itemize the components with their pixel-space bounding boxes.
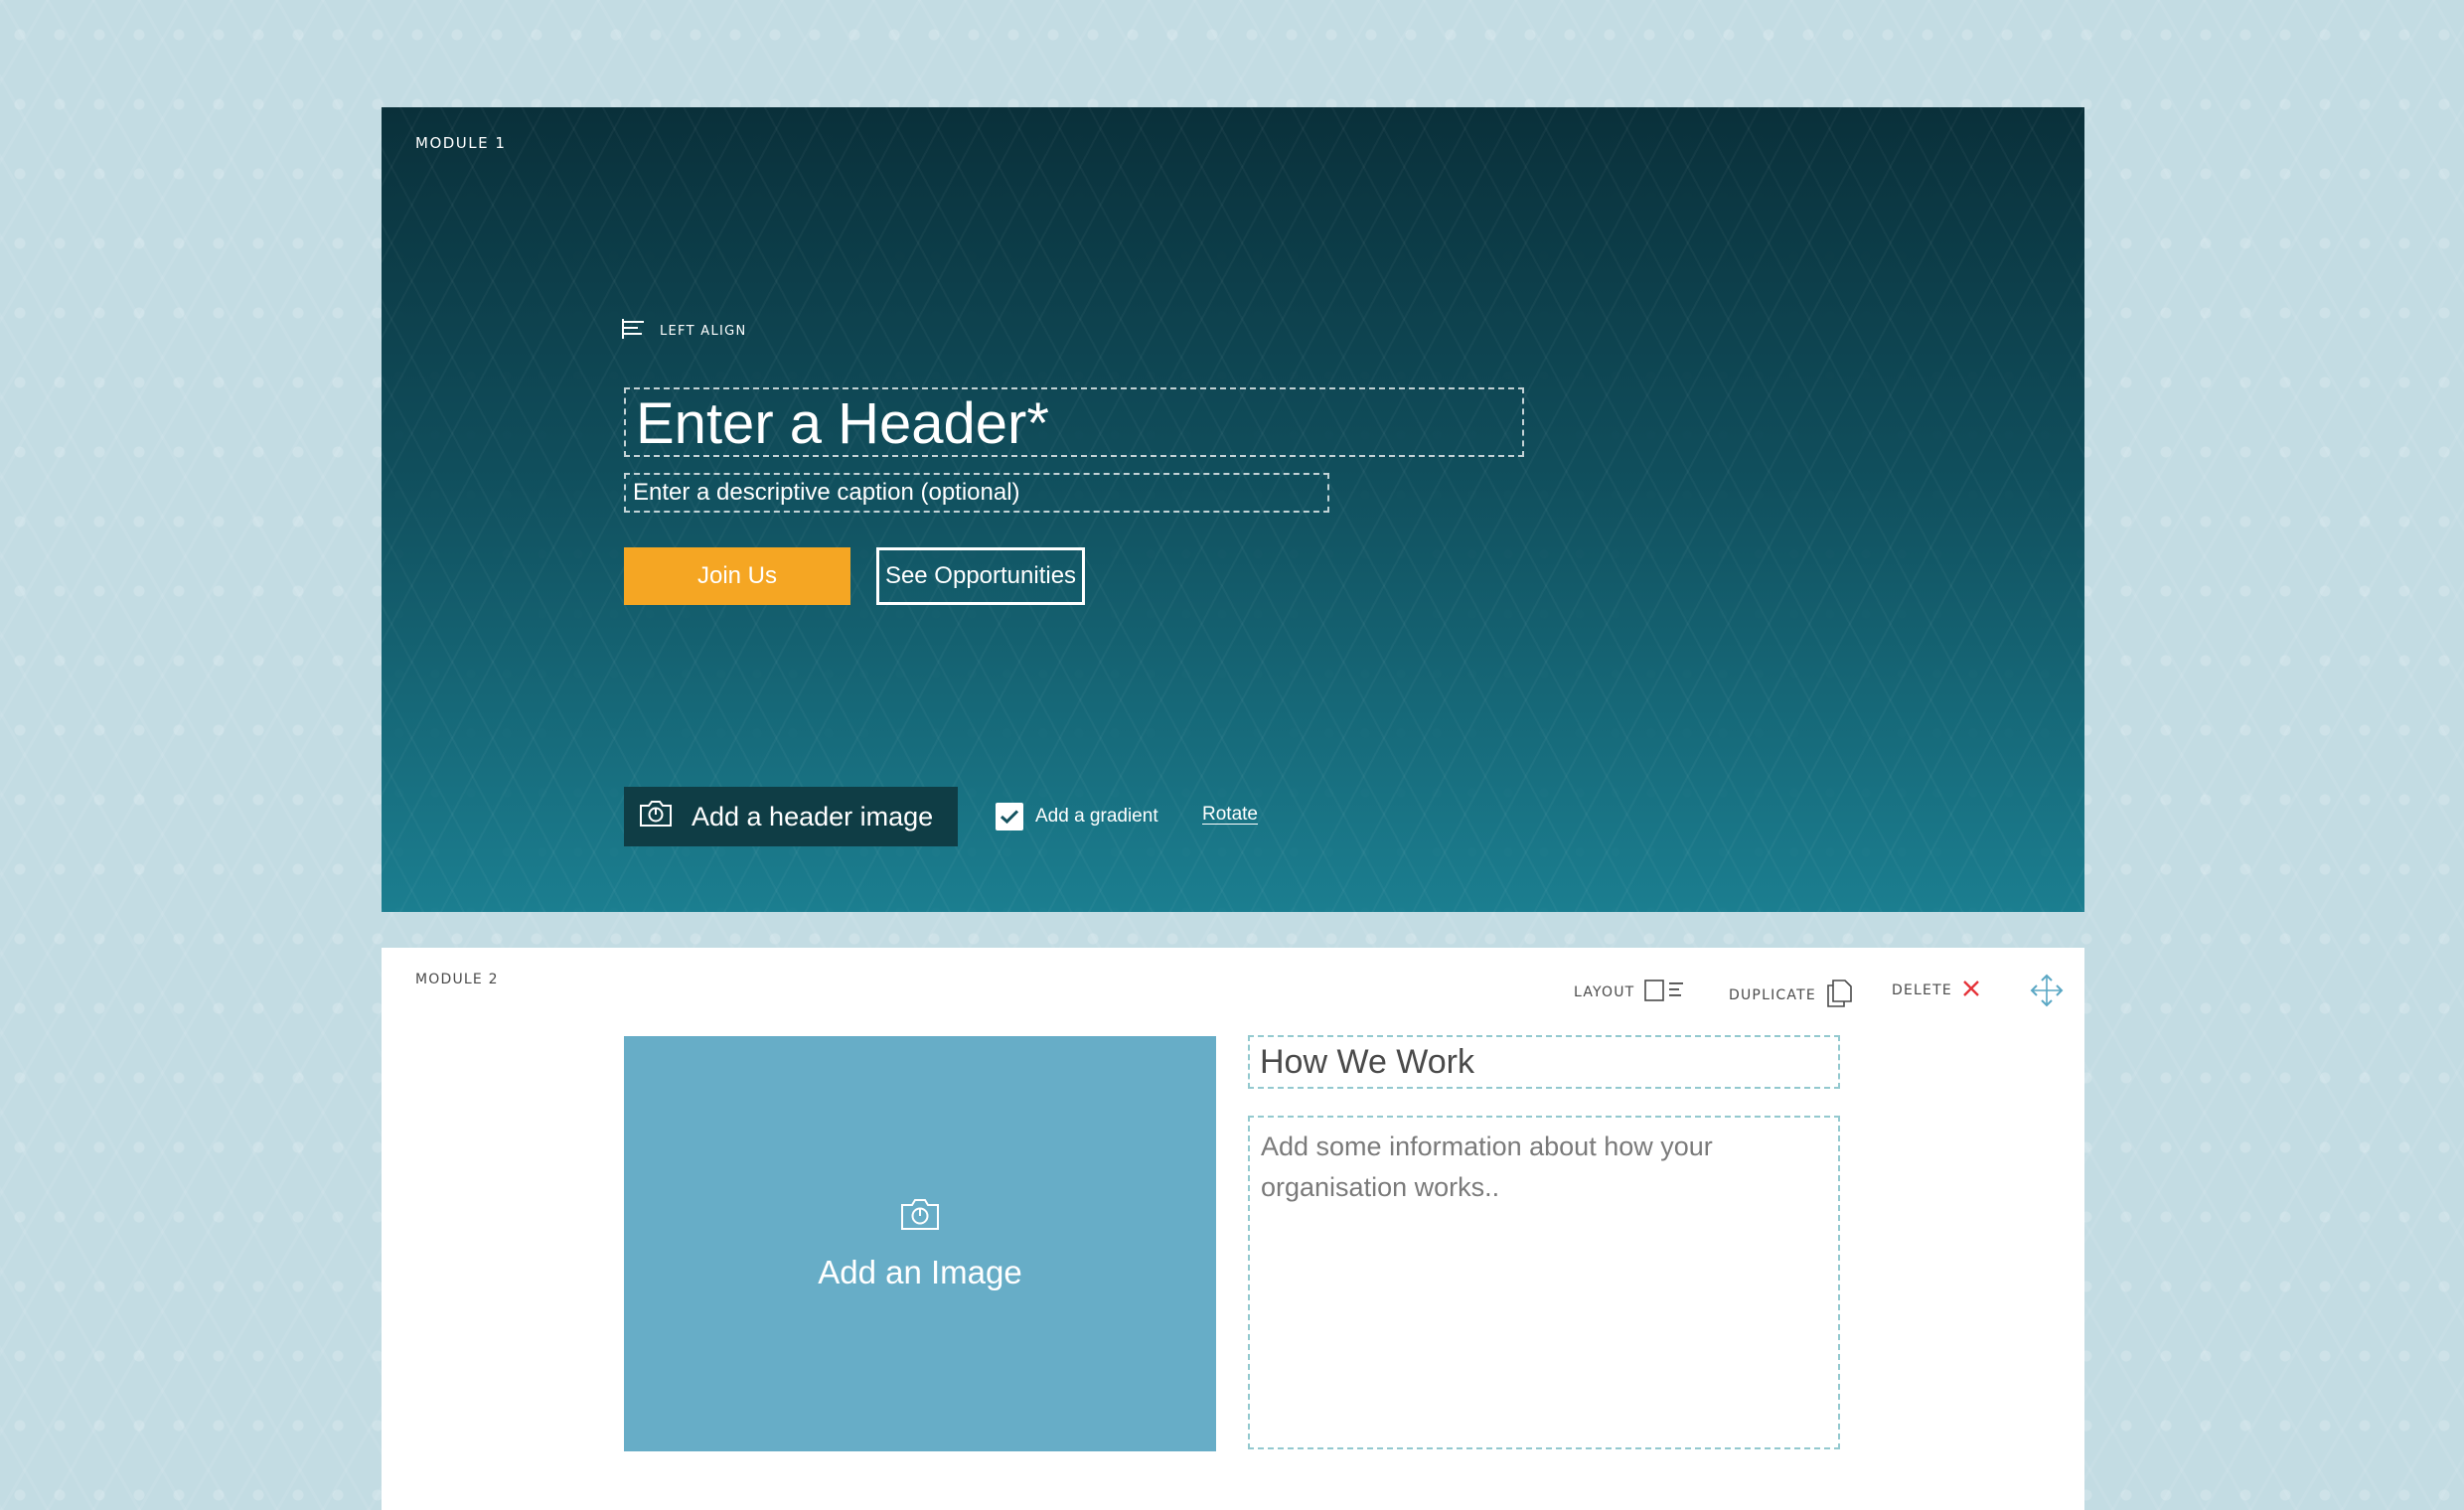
layout-button[interactable]: LAYOUT [1574, 980, 1686, 1005]
camera-icon [899, 1196, 941, 1236]
caption-input[interactable]: Enter a descriptive caption (optional) [624, 473, 1329, 513]
move-icon [2029, 973, 2065, 1012]
add-image-placeholder[interactable]: Add an Image [624, 1036, 1216, 1451]
duplicate-button[interactable]: DUPLICATE [1729, 980, 1852, 1011]
gradient-checkbox[interactable] [996, 803, 1023, 830]
left-align-icon [622, 319, 646, 343]
join-us-button[interactable]: Join Us [624, 547, 850, 605]
camera-icon [638, 799, 674, 835]
module-1-hero: MODULE 1 LEFT ALIGN Enter a Header* Ente… [382, 107, 2084, 912]
duplicate-icon [1826, 980, 1852, 1011]
close-icon [1962, 980, 1980, 1001]
add-gradient-toggle[interactable]: Add a gradient [996, 803, 1158, 830]
module-1-label: MODULE 1 [415, 134, 507, 152]
add-header-image-label: Add a header image [692, 801, 934, 831]
module-body-textarea[interactable]: Add some information about how your orga… [1248, 1116, 1840, 1449]
left-align-control[interactable]: LEFT ALIGN [622, 319, 747, 343]
duplicate-label: DUPLICATE [1729, 987, 1816, 1003]
add-header-image-button[interactable]: Add a header image [624, 787, 958, 846]
move-handle[interactable] [2029, 973, 2065, 1012]
see-opportunities-button[interactable]: See Opportunities [876, 547, 1085, 605]
add-image-label: Add an Image [818, 1254, 1022, 1290]
left-align-label: LEFT ALIGN [660, 323, 747, 339]
module-title-input[interactable]: How We Work [1248, 1035, 1840, 1089]
header-input[interactable]: Enter a Header* [624, 387, 1524, 457]
checkmark-icon [1000, 810, 1019, 825]
rotate-link[interactable]: Rotate [1202, 804, 1258, 826]
module-toolbar: LAYOUT DUPLICATE DELETE [382, 970, 2084, 1009]
gradient-label: Add a gradient [1035, 806, 1158, 827]
delete-button[interactable]: DELETE [1892, 980, 1980, 1001]
layout-icon [1644, 980, 1686, 1005]
layout-label: LAYOUT [1574, 984, 1635, 1000]
delete-label: DELETE [1892, 982, 1952, 998]
module-2-content: MODULE 2 LAYOUT DUPLICATE DELETE Add an … [382, 948, 2084, 1510]
